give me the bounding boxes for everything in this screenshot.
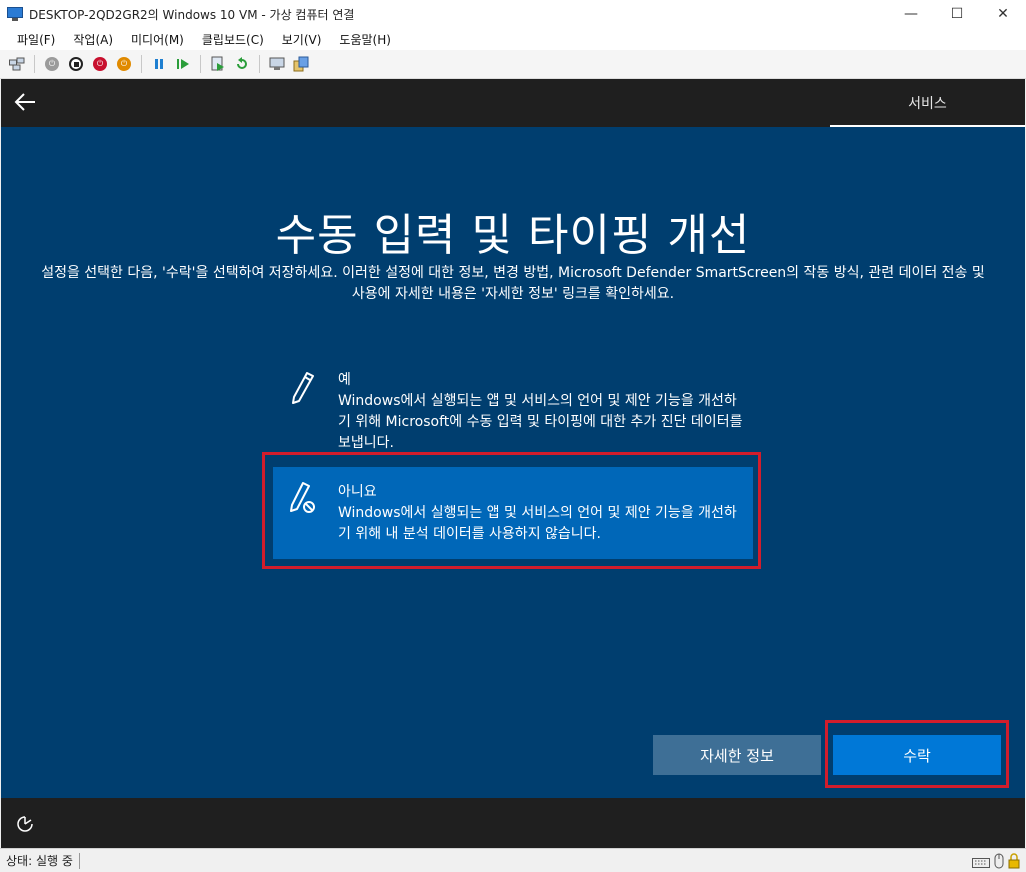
resume-icon[interactable] [174,55,192,73]
option-yes-body: Windows에서 실행되는 앱 및 서비스의 언어 및 제안 기능을 개선하기… [338,393,743,451]
option-yes[interactable]: 예 Windows에서 실행되는 앱 및 서비스의 언어 및 제안 기능을 개선… [273,367,753,455]
status-bar: 상태: 실행 중 [0,848,1026,872]
pen-icon [289,371,317,405]
start-icon[interactable]: ⏻ [43,55,61,73]
minimize-button[interactable]: — [888,0,934,28]
ctrl-alt-del-icon[interactable] [8,55,26,73]
maximize-button[interactable]: ☐ [934,0,980,28]
enhanced-session-icon[interactable] [268,55,286,73]
option-yes-title: 예 [338,372,351,388]
vm-status: 상태: 실행 중 [0,852,80,869]
tab-services: 서비스 [908,96,947,112]
vm-screen: 서비스 수동 입력 및 타이핑 개선 설정을 선택한 다음, '수락'을 선택하… [1,79,1025,848]
menu-file[interactable]: 파일(F) [8,31,64,48]
menu-view[interactable]: 보기(V) [273,31,331,48]
accessibility-icon[interactable] [16,815,34,833]
share-icon[interactable] [292,55,310,73]
mouse-icon [994,853,1004,872]
menu-help[interactable]: 도움말(H) [330,31,400,48]
page-title: 수동 입력 및 타이핑 개선 [275,210,751,261]
checkpoint-icon[interactable] [209,55,227,73]
window-title-bar: DESKTOP-2QD2GR2의 Windows 10 VM - 가상 컴퓨터 … [0,0,1026,28]
option-no-highlight [262,452,761,569]
more-info-button[interactable]: 자세한 정보 [653,735,821,775]
oobe-header: 서비스 [1,79,1025,127]
vm-connect-app-icon [7,6,23,22]
menu-action[interactable]: 작업(A) [64,31,122,48]
menu-media[interactable]: 미디어(M) [122,31,193,48]
accept-button-highlight [825,720,1009,788]
window-title: DESKTOP-2QD2GR2의 Windows 10 VM - 가상 컴퓨터 … [29,7,355,22]
tab-active-indicator [830,125,1025,127]
close-button[interactable]: ✕ [980,0,1026,28]
back-arrow-icon[interactable] [13,89,39,115]
menu-clipboard[interactable]: 클립보드(C) [193,31,273,48]
keyboard-icon [972,854,990,872]
save-icon[interactable]: ⏻ [115,55,133,73]
turn-off-icon[interactable] [67,55,85,73]
pause-icon[interactable] [150,55,168,73]
lock-icon [1008,853,1020,872]
oobe-footer [1,798,1025,848]
menu-bar: 파일(F) 작업(A) 미디어(M) 클립보드(C) 보기(V) 도움말(H) [0,28,1026,50]
shutdown-icon[interactable]: ⏻ [91,55,109,73]
revert-icon[interactable] [233,55,251,73]
page-description: 설정을 선택한 다음, '수락'을 선택하여 저장하세요. 이러한 설정에 대한… [41,265,985,302]
toolbar: ⏻ ⏻ ⏻ [0,50,1026,79]
